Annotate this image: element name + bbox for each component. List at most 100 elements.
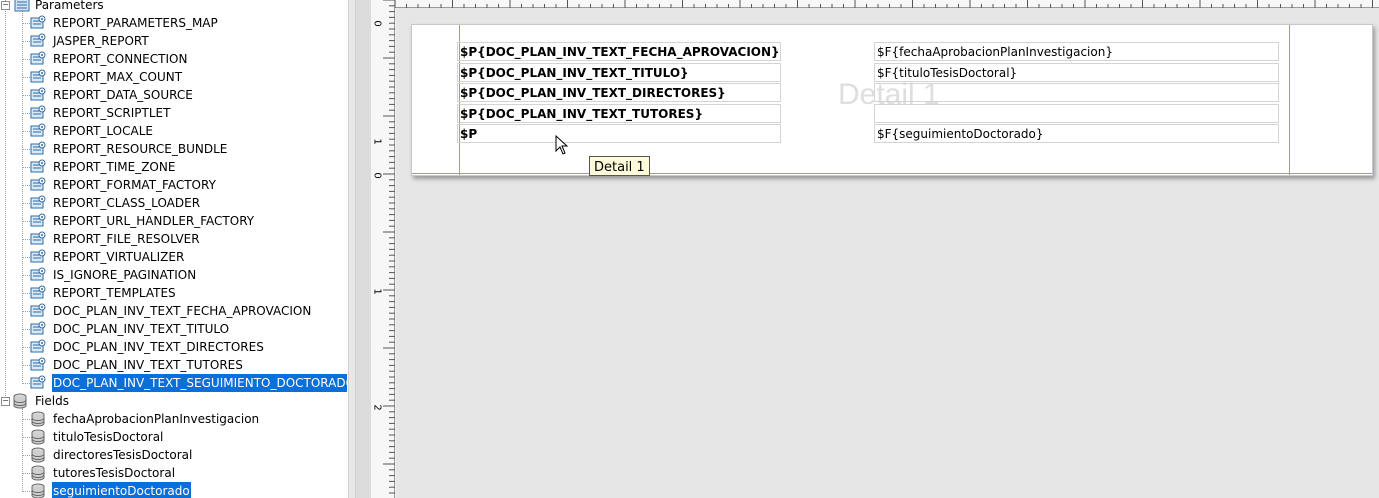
parameter-icon xyxy=(30,303,46,317)
tree-item-parameter[interactable]: DOC_PLAN_INV_TEXT_TITULO xyxy=(0,320,348,338)
horizontal-ruler xyxy=(395,0,1379,8)
tree-item-label: IS_IGNORE_PAGINATION xyxy=(53,268,197,282)
tree-item-parameter[interactable]: REPORT_FORMAT_FACTORY xyxy=(0,176,348,194)
tree-item-label: REPORT_VIRTUALIZER xyxy=(53,250,185,264)
parameter-icon xyxy=(30,51,46,65)
tree-item-field[interactable]: tituloTesisDoctoral xyxy=(0,428,348,446)
parameter-icon xyxy=(30,159,46,173)
tree-item-label: DOC_PLAN_INV_TEXT_DIRECTORES xyxy=(53,340,264,354)
tree-item-label: REPORT_DATA_SOURCE xyxy=(53,88,193,102)
tree-item-label: DOC_PLAN_INV_TEXT_SEGUIMIENTO_DOCTORADO xyxy=(52,374,347,392)
tree-item-label: REPORT_MAX_COUNT xyxy=(53,70,183,84)
parameter-icon xyxy=(30,357,46,371)
tree-item-parameter[interactable]: REPORT_CLASS_LOADER xyxy=(0,194,348,212)
tree-item-parameter[interactable]: JASPER_REPORT xyxy=(0,32,348,50)
tree-item-label: seguimientoDoctorado xyxy=(52,482,191,498)
field-icon xyxy=(31,411,45,427)
tree-item-parameter[interactable]: REPORT_VIRTUALIZER xyxy=(0,248,348,266)
tree-item-label: tutoresTesisDoctoral xyxy=(53,466,176,480)
tree-node-fields[interactable]: − Fields xyxy=(0,392,348,410)
vertical-ruler: 0 1 0 1 2 xyxy=(371,0,395,498)
tree-item-field[interactable]: directoresTesisDoctoral xyxy=(0,446,348,464)
parameter-textfield[interactable]: $P{DOC_PLAN_INV_TEXT_DIRECTORES} xyxy=(457,83,781,102)
field-textfield[interactable] xyxy=(874,103,1279,123)
band-tooltip: Detail 1 xyxy=(589,156,650,176)
field-icon xyxy=(31,429,45,445)
report-inspector-tree: − Parameters REPORT_PARAMETERS_MAP JASPER… xyxy=(0,0,348,498)
tree-item-label: REPORT_FORMAT_FACTORY xyxy=(53,178,216,192)
field-textfield[interactable] xyxy=(874,83,1279,102)
tree-item-parameter[interactable]: IS_IGNORE_PAGINATION xyxy=(0,266,348,284)
tree-item-label: fechaAprobacionPlanInvestigacion xyxy=(53,412,260,426)
parameter-icon xyxy=(30,195,46,209)
tree-item-label: directoresTesisDoctoral xyxy=(53,448,193,462)
parameter-icon xyxy=(30,69,46,83)
field-icon xyxy=(31,465,45,481)
parameter-icon xyxy=(30,15,46,29)
tree-item-parameter[interactable]: REPORT_RESOURCE_BUNDLE xyxy=(0,140,348,158)
parameters-icon xyxy=(14,0,30,12)
tree-item-field[interactable]: seguimientoDoctorado xyxy=(0,482,348,498)
tree-item-parameter[interactable]: DOC_PLAN_INV_TEXT_FECHA_APROVACION xyxy=(0,302,348,320)
tree-item-label: REPORT_FILE_RESOLVER xyxy=(53,232,200,246)
collapse-icon[interactable]: − xyxy=(1,397,10,406)
tree-node-label: Parameters xyxy=(35,0,104,12)
tree-item-label: REPORT_TIME_ZONE xyxy=(53,160,176,174)
parameter-icon xyxy=(30,249,46,263)
collapse-icon[interactable]: − xyxy=(1,1,10,10)
parameter-textfield[interactable]: $P{DOC_PLAN_INV_TEXT_TUTORES} xyxy=(457,103,781,123)
tree-item-parameter[interactable]: DOC_PLAN_INV_TEXT_DIRECTORES xyxy=(0,338,348,356)
tree-item-label: REPORT_SCRIPTLET xyxy=(53,106,171,120)
tree-item-label: REPORT_TEMPLATES xyxy=(53,286,176,300)
tree-node-parameters[interactable]: − Parameters xyxy=(0,0,348,14)
tree-item-label: DOC_PLAN_INV_TEXT_TUTORES xyxy=(53,358,243,372)
tree-item-parameter[interactable]: REPORT_DATA_SOURCE xyxy=(0,86,348,104)
parameter-textfield[interactable]: $P{DOC_PLAN_INV_TEXT_TITULO} xyxy=(457,62,781,82)
tree-item-label: REPORT_CLASS_LOADER xyxy=(53,196,201,210)
tree-item-field[interactable]: fechaAprobacionPlanInvestigacion xyxy=(0,410,348,428)
tree-item-parameter[interactable]: REPORT_MAX_COUNT xyxy=(0,68,348,86)
tree-item-parameter[interactable]: REPORT_CONNECTION xyxy=(0,50,348,68)
tree-item-field[interactable]: tutoresTesisDoctoral xyxy=(0,464,348,482)
field-icon xyxy=(31,483,45,498)
field-textfield[interactable]: $F{fechaAprobacionPlanInvestigacion} xyxy=(874,42,1279,61)
tree-item-label: JASPER_REPORT xyxy=(53,34,149,48)
parameter-icon xyxy=(30,267,46,281)
tree-item-label: REPORT_URL_HANDLER_FACTORY xyxy=(53,214,255,228)
right-margin-line xyxy=(1289,25,1290,175)
tree-item-label: DOC_PLAN_INV_TEXT_FECHA_APROVACION xyxy=(53,304,312,318)
tree-item-label: REPORT_CONNECTION xyxy=(53,52,188,66)
band-bottom-line xyxy=(412,173,1372,174)
parameter-textfield[interactable]: $P{DOC_PLAN_INV_TEXT_FECHA_APROVACION} xyxy=(457,42,781,61)
ruler-mark: 0 xyxy=(371,172,383,179)
ruler-mark: 1 xyxy=(371,138,383,145)
parameter-icon xyxy=(30,87,46,101)
tree-item-parameter[interactable]: REPORT_FILE_RESOLVER xyxy=(0,230,348,248)
parameter-icon xyxy=(30,123,46,137)
tree-item-parameter[interactable]: REPORT_LOCALE xyxy=(0,122,348,140)
tree-item-parameter[interactable]: REPORT_TEMPLATES xyxy=(0,284,348,302)
tree-item-label: REPORT_PARAMETERS_MAP xyxy=(53,16,218,30)
parameter-icon xyxy=(30,105,46,119)
database-icon xyxy=(13,393,27,409)
tree-item-parameter[interactable]: REPORT_TIME_ZONE xyxy=(0,158,348,176)
parameter-icon xyxy=(30,231,46,245)
tree-item-parameter[interactable]: REPORT_SCRIPTLET xyxy=(0,104,348,122)
ruler-mark: 1 xyxy=(371,288,383,295)
tree-item-parameter[interactable]: DOC_PLAN_INV_TEXT_TUTORES xyxy=(0,356,348,374)
ruler-mark: 0 xyxy=(371,20,383,27)
mouse-pointer-icon xyxy=(555,135,569,155)
tree-item-parameter[interactable]: REPORT_URL_HANDLER_FACTORY xyxy=(0,212,348,230)
field-textfield[interactable]: $F{seguimientoDoctorado} xyxy=(874,124,1279,143)
tree-item-parameter[interactable]: DOC_PLAN_INV_TEXT_SEGUIMIENTO_DOCTORADO xyxy=(0,374,348,392)
parameter-icon xyxy=(30,375,46,389)
parameter-textfield[interactable]: $P xyxy=(457,124,781,143)
parameter-icon xyxy=(30,177,46,191)
parameter-icon xyxy=(30,321,46,335)
panel-splitter[interactable] xyxy=(348,0,356,498)
parameter-icon xyxy=(30,285,46,299)
field-textfield[interactable]: $F{tituloTesisDoctoral} xyxy=(874,62,1279,82)
tree-item-label: REPORT_LOCALE xyxy=(53,124,153,138)
tree-item-parameter[interactable]: REPORT_PARAMETERS_MAP xyxy=(0,14,348,32)
designer-gutter xyxy=(356,0,371,498)
